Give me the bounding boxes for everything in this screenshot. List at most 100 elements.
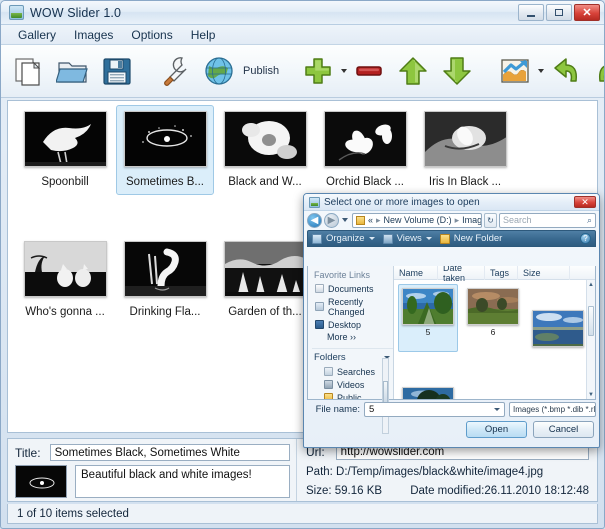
maximize-button[interactable] bbox=[546, 4, 572, 21]
forward-arrow-icon[interactable]: ▶ bbox=[324, 212, 339, 228]
filename-input[interactable]: 5 bbox=[364, 402, 505, 417]
close-button[interactable]: ✕ bbox=[574, 4, 600, 21]
gallery-item-drinking-flamingo[interactable]: Drinking Fla... bbox=[116, 235, 214, 325]
gallery-item-orchid-black[interactable]: Orchid Black ... bbox=[316, 105, 414, 195]
scrollbar-thumb[interactable] bbox=[588, 306, 594, 336]
history-dropdown-arrow-icon[interactable] bbox=[342, 218, 348, 222]
effects-button[interactable] bbox=[493, 49, 537, 93]
thumbnail-image bbox=[123, 241, 207, 297]
nav-item-desktop[interactable]: Desktop bbox=[312, 318, 393, 331]
move-up-button[interactable] bbox=[391, 49, 435, 93]
file-item-lake[interactable] bbox=[528, 306, 588, 352]
remove-image-button[interactable] bbox=[347, 49, 391, 93]
app-logo-icon bbox=[9, 5, 24, 20]
green-plus-icon bbox=[305, 58, 331, 84]
gallery-item-black-and-white[interactable]: Black and W... bbox=[216, 105, 314, 195]
scroll-down-arrow-icon[interactable]: ▼ bbox=[587, 390, 595, 399]
search-input[interactable]: Search ⌕ bbox=[499, 212, 596, 228]
folder-item-public[interactable]: Public bbox=[312, 391, 393, 399]
nav-item-label: Desktop bbox=[328, 319, 362, 330]
gallery-item-iris-black[interactable]: Iris In Black ... bbox=[416, 105, 514, 195]
folder-item-videos[interactable]: Videos bbox=[312, 378, 393, 391]
filename-label: File name: bbox=[315, 404, 360, 415]
move-down-button[interactable] bbox=[435, 49, 479, 93]
menu-gallery[interactable]: Gallery bbox=[9, 26, 65, 44]
title-input[interactable]: Sometimes Black, Sometimes White bbox=[49, 444, 290, 461]
floppy-save-icon bbox=[103, 58, 131, 85]
file-item-trees[interactable] bbox=[398, 383, 458, 399]
thumbnail-image bbox=[223, 241, 307, 297]
menu-help[interactable]: Help bbox=[182, 26, 225, 44]
tools-button[interactable] bbox=[153, 49, 197, 93]
new-folder-button[interactable]: New Folder bbox=[454, 233, 503, 244]
file-item-5[interactable]: 5 bbox=[398, 284, 458, 352]
back-arrow-icon[interactable]: ◀ bbox=[307, 212, 322, 228]
gallery-item-caption: Who's gonna ... bbox=[25, 306, 105, 318]
search-folder-icon bbox=[324, 367, 333, 376]
thumbnail-image bbox=[23, 241, 107, 297]
organize-dropdown-arrow-icon[interactable] bbox=[368, 237, 375, 240]
new-document-icon bbox=[15, 58, 41, 86]
folders-section-header[interactable]: Folders bbox=[312, 348, 393, 365]
file-list-pane[interactable]: Name Date taken Tags Size 5 6 ▲ ▼ bbox=[394, 266, 595, 399]
new-gallery-button[interactable] bbox=[7, 49, 51, 93]
folder-item-searches[interactable]: Searches bbox=[312, 365, 393, 378]
views-dropdown-arrow-icon[interactable] bbox=[425, 237, 432, 240]
menu-options[interactable]: Options bbox=[122, 26, 181, 44]
nav-item-recently-changed[interactable]: Recently Changed bbox=[312, 295, 393, 318]
breadcrumb-images[interactable]: Images bbox=[462, 215, 481, 225]
redo-button[interactable] bbox=[588, 49, 604, 93]
file-type-filter-select[interactable]: Images (*.bmp *.dib *.rle *.jpg *... bbox=[509, 402, 596, 417]
gallery-item-whos-gonna[interactable]: Who's gonna ... bbox=[16, 235, 114, 325]
globe-icon bbox=[205, 57, 233, 85]
file-item-6[interactable]: 6 bbox=[463, 284, 523, 352]
column-header-tags[interactable]: Tags bbox=[485, 266, 518, 280]
publish-button[interactable] bbox=[197, 49, 241, 93]
gallery-item-caption: Iris In Black ... bbox=[428, 176, 502, 188]
undo-button[interactable] bbox=[544, 49, 588, 93]
open-gallery-button[interactable] bbox=[51, 49, 95, 93]
save-gallery-button[interactable] bbox=[95, 49, 139, 93]
column-header-size[interactable]: Size bbox=[518, 266, 570, 280]
dialog-body: Favorite Links Documents Recently Change… bbox=[307, 266, 596, 434]
dialog-close-button[interactable]: ✕ bbox=[574, 196, 596, 208]
nav-scrollbar[interactable] bbox=[382, 358, 389, 434]
address-breadcrumb-box[interactable]: « ▸ New Volume (D:) ▸ Images ▸ nature bbox=[352, 212, 482, 228]
dialog-toolbar: Organize Views New Folder ? bbox=[307, 230, 596, 247]
file-list-scrollbar[interactable]: ▲ ▼ bbox=[586, 280, 595, 399]
organize-button[interactable]: Organize bbox=[326, 233, 365, 244]
gallery-item-spoonbill[interactable]: Spoonbill bbox=[16, 105, 114, 195]
minimize-button[interactable] bbox=[518, 4, 544, 21]
menu-images[interactable]: Images bbox=[65, 26, 122, 44]
refresh-icon[interactable]: ↻ bbox=[484, 212, 497, 228]
help-icon[interactable]: ? bbox=[580, 233, 591, 244]
file-thumbnail bbox=[467, 288, 519, 325]
folder-item-label: Searches bbox=[337, 366, 376, 377]
folder-item-label: Public bbox=[337, 392, 362, 400]
filename-dropdown-arrow-icon[interactable] bbox=[494, 408, 500, 411]
nav-more-button[interactable]: More ›› bbox=[312, 331, 393, 345]
column-header-name[interactable]: Name bbox=[394, 266, 438, 280]
add-images-button[interactable] bbox=[296, 49, 340, 93]
cancel-button[interactable]: Cancel bbox=[533, 421, 594, 438]
views-button[interactable]: Views bbox=[397, 233, 422, 244]
gallery-item-garden-of-the-gods[interactable]: Garden of th... bbox=[216, 235, 314, 325]
organize-icon bbox=[312, 233, 322, 244]
breadcrumb-drive[interactable]: New Volume (D:) bbox=[384, 215, 452, 225]
window-title: WOW Slider 1.0 bbox=[30, 5, 121, 20]
nav-item-documents[interactable]: Documents bbox=[312, 282, 393, 295]
folder-icon bbox=[356, 215, 365, 225]
file-item-name: 6 bbox=[490, 327, 496, 337]
open-button[interactable]: Open bbox=[466, 421, 527, 438]
dialog-title: Select one or more images to open bbox=[324, 196, 480, 208]
desktop-icon bbox=[315, 320, 324, 329]
scroll-up-arrow-icon[interactable]: ▲ bbox=[587, 280, 595, 289]
gallery-item-sometimes-black[interactable]: Sometimes B... bbox=[116, 105, 214, 195]
recent-icon bbox=[315, 302, 324, 311]
column-header-date-taken[interactable]: Date taken bbox=[438, 266, 485, 283]
description-input[interactable]: Beautiful black and white images! bbox=[75, 465, 290, 498]
status-bar: 1 of 10 items selected bbox=[7, 504, 598, 524]
breadcrumb-prefix: « bbox=[368, 215, 374, 225]
path-text: Path: D:/Temp/images/black&white/image4.… bbox=[306, 466, 544, 478]
wrench-screwdriver-icon bbox=[164, 57, 187, 86]
